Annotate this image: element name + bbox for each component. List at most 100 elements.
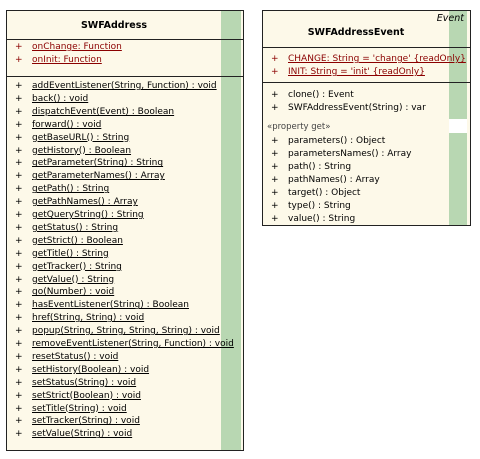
class-swfaddressevent[interactable]: Event SWFAddressEvent + CHANGE: String = …: [262, 10, 471, 226]
visibility-marker: +: [15, 93, 23, 104]
operation-text: setHistory(Boolean) : void: [32, 364, 150, 375]
operation-text: getTracker() : String: [32, 261, 122, 272]
visibility-marker: +: [271, 162, 279, 172]
visibility-marker: +: [271, 136, 279, 146]
operation-row[interactable]: + parameters() : Object: [271, 135, 385, 148]
operation-row[interactable]: + value() : String: [271, 213, 356, 225]
operation-text: addEventListener(String, Function) : voi…: [32, 81, 217, 91]
visibility-marker: +: [15, 119, 23, 130]
operation-row[interactable]: + pathNames() : Array: [271, 174, 380, 187]
visibility-marker: +: [15, 313, 23, 324]
visibility-marker: +: [15, 364, 23, 375]
visibility-marker: +: [15, 274, 23, 285]
operation-row[interactable]: + type() : String: [271, 200, 351, 213]
operation-text: removeEventListener(String, Function) : …: [32, 339, 234, 349]
visibility-marker: +: [15, 158, 23, 169]
operation-text: path() : String: [288, 162, 352, 172]
operation-row[interactable]: + getParameter(String) : String: [15, 157, 163, 170]
operation-row[interactable]: + dispatchEvent(Event) : Boolean: [15, 106, 174, 119]
operation-row[interactable]: + href(String, String) : void: [15, 312, 144, 325]
operation-row[interactable]: + addEventListener(String, Function) : vo…: [15, 80, 217, 93]
operation-text: go(Number) : void: [32, 287, 115, 298]
operation-text: target() : Object: [288, 188, 361, 198]
operation-text: getParameterNames() : Array: [32, 171, 165, 182]
operation-text: getQueryString() : String: [32, 210, 144, 220]
operation-row[interactable]: + setTracker(String) : void: [15, 415, 140, 428]
operation-row[interactable]: + getBaseURL() : String: [15, 132, 129, 145]
operation-text: parametersNames() : Array: [288, 149, 412, 159]
operation-row[interactable]: + getStatus() : String: [15, 222, 118, 235]
operation-row[interactable]: + setHistory(Boolean) : void: [15, 364, 149, 377]
operation-row[interactable]: + forward() : void: [15, 119, 101, 132]
attribute-row[interactable]: + CHANGE: String = 'change' {readOnly}: [271, 53, 466, 66]
operation-row[interactable]: + getPath() : String: [15, 183, 109, 196]
operation-row[interactable]: + path() : String: [271, 161, 351, 174]
attribute-text: CHANGE: String = 'change' {readOnly}: [288, 54, 466, 64]
operation-text: setTitle(String) : void: [32, 403, 127, 414]
operation-text: pathNames() : Array: [288, 175, 380, 185]
operation-row[interactable]: + getParameterNames() : Array: [15, 170, 165, 183]
operation-row[interactable]: + getTracker() : String: [15, 261, 122, 274]
operation-text: getPathNames() : Array: [32, 197, 138, 208]
operation-text: forward() : void: [32, 119, 102, 130]
operation-text: SWFAddressEvent(String) : var: [288, 103, 426, 113]
class-swfaddress[interactable]: SWFAddress + onChange: Function + onInit: F…: [6, 10, 244, 451]
operation-row[interactable]: + setStrict(Boolean) : void: [15, 390, 141, 403]
operation-text: type() : String: [288, 201, 351, 211]
visibility-marker: +: [271, 201, 279, 211]
operation-text: setStatus(String) : void: [32, 377, 137, 388]
visibility-marker: +: [15, 287, 23, 298]
visibility-marker: +: [15, 210, 23, 220]
visibility-marker: +: [15, 300, 23, 311]
operation-text: getHistory() : Boolean: [32, 145, 132, 156]
attribute-text: onChange: Function: [32, 42, 122, 52]
operation-row[interactable]: + getHistory() : Boolean: [15, 145, 131, 158]
operation-row[interactable]: + resetStatus() : void: [15, 351, 118, 364]
visibility-marker: +: [271, 214, 279, 224]
divider: [263, 82, 470, 83]
operation-row[interactable]: + getTitle() : String: [15, 248, 109, 261]
operation-row[interactable]: + popup(String, String, String, String) :…: [15, 325, 220, 338]
operation-text: getParameter(String) : String: [32, 158, 164, 169]
operation-row[interactable]: + getQueryString() : String: [15, 209, 144, 222]
operation-row[interactable]: + setValue(String) : void: [15, 428, 132, 441]
operation-text: getTitle() : String: [32, 248, 109, 259]
operation-row[interactable]: + clone() : Event: [271, 89, 354, 102]
operation-row[interactable]: + back() : void: [15, 93, 88, 106]
visibility-marker: +: [271, 175, 279, 185]
operation-row[interactable]: + SWFAddressEvent(String) : var: [271, 102, 426, 115]
divider: [7, 39, 243, 40]
operation-text: setStrict(Boolean) : void: [32, 390, 141, 401]
visibility-marker: +: [271, 90, 279, 100]
visibility-marker: +: [15, 390, 23, 401]
operation-row[interactable]: + setStatus(String) : void: [15, 377, 136, 390]
visibility-marker: +: [15, 145, 23, 156]
visibility-marker: +: [271, 149, 279, 159]
operation-text: value() : String: [288, 214, 356, 224]
operation-row[interactable]: + target() : Object: [271, 187, 360, 200]
visibility-marker: +: [15, 184, 23, 195]
attribute-row[interactable]: + onChange: Function: [15, 41, 122, 54]
operation-row[interactable]: + parametersNames() : Array: [271, 148, 411, 161]
visibility-marker: +: [15, 81, 23, 91]
divider: [7, 76, 243, 77]
attribute-row[interactable]: + onInit: Function: [15, 54, 102, 67]
attribute-text: INIT: String = 'init' {readOnly}: [288, 67, 425, 77]
class-name: SWFAddressEvent: [307, 27, 405, 38]
operation-row[interactable]: + removeEventListener(String, Function) :…: [15, 338, 234, 351]
operation-text: resetStatus() : void: [32, 351, 119, 362]
operation-text: setTracker(String) : void: [32, 416, 140, 427]
operation-row[interactable]: + getPathNames() : Array: [15, 196, 138, 209]
operation-row[interactable]: + go(Number) : void: [15, 286, 114, 299]
operation-row[interactable]: + getStrict() : Boolean: [15, 235, 123, 248]
visibility-marker: +: [15, 55, 23, 65]
operation-row[interactable]: + hasEventListener(String) : Boolean: [15, 299, 189, 312]
stereotype-label: Event: [436, 13, 464, 24]
operation-row[interactable]: + getValue() : String: [15, 274, 114, 287]
operation-row[interactable]: + setTitle(String) : void: [15, 403, 127, 416]
visibility-marker: +: [15, 429, 23, 440]
visibility-marker: +: [271, 103, 279, 113]
operation-text: hasEventListener(String) : Boolean: [32, 300, 189, 311]
visibility-marker: +: [15, 171, 23, 182]
attribute-row[interactable]: + INIT: String = 'init' {readOnly}: [271, 66, 425, 79]
